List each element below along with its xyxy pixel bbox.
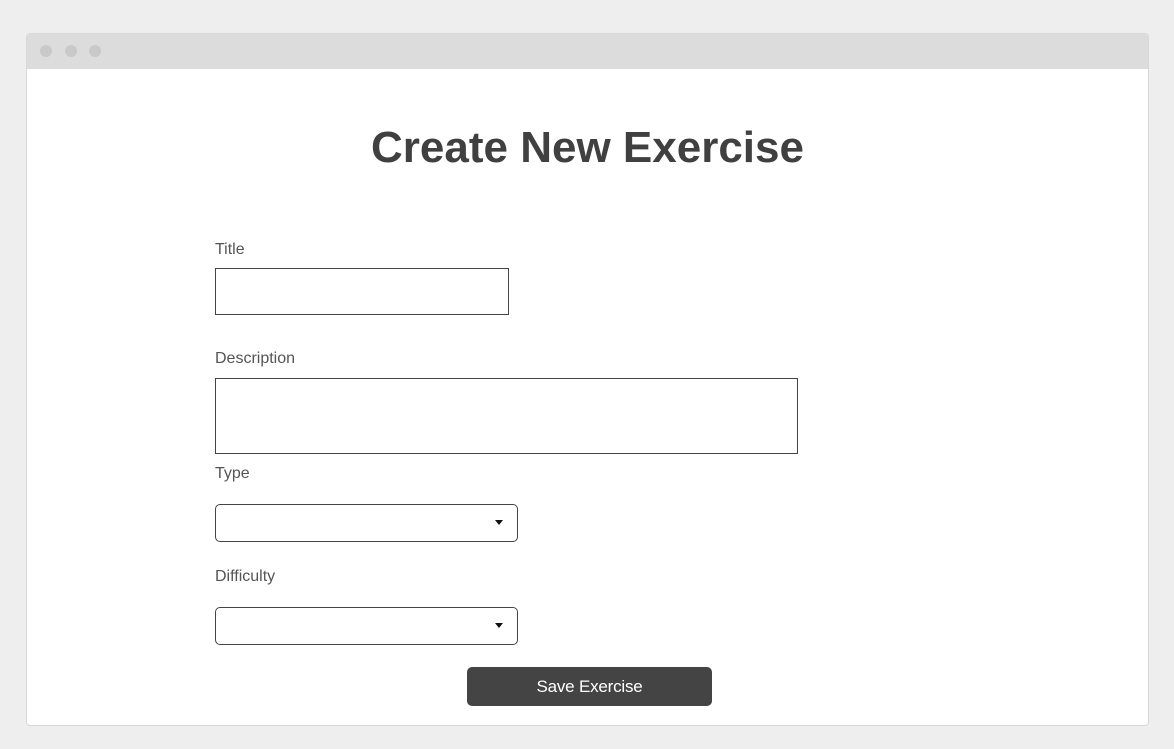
caret-down-icon [495,623,503,628]
window-maximize-dot-icon[interactable] [89,45,101,57]
window-minimize-dot-icon[interactable] [65,45,77,57]
type-label: Type [215,465,250,482]
type-select[interactable] [215,504,518,542]
window-close-dot-icon[interactable] [40,45,52,57]
description-textarea[interactable] [215,378,798,454]
difficulty-label: Difficulty [215,568,276,585]
caret-down-icon [495,520,503,525]
page-title: Create New Exercise [371,123,804,172]
description-label: Description [215,350,296,367]
title-input[interactable] [215,268,509,315]
title-label: Title [215,241,245,258]
save-exercise-button[interactable]: Save Exercise [467,667,712,706]
browser-window: Create New Exercise Title Description Ty… [26,33,1149,726]
window-titlebar [27,34,1148,69]
difficulty-select[interactable] [215,607,518,645]
